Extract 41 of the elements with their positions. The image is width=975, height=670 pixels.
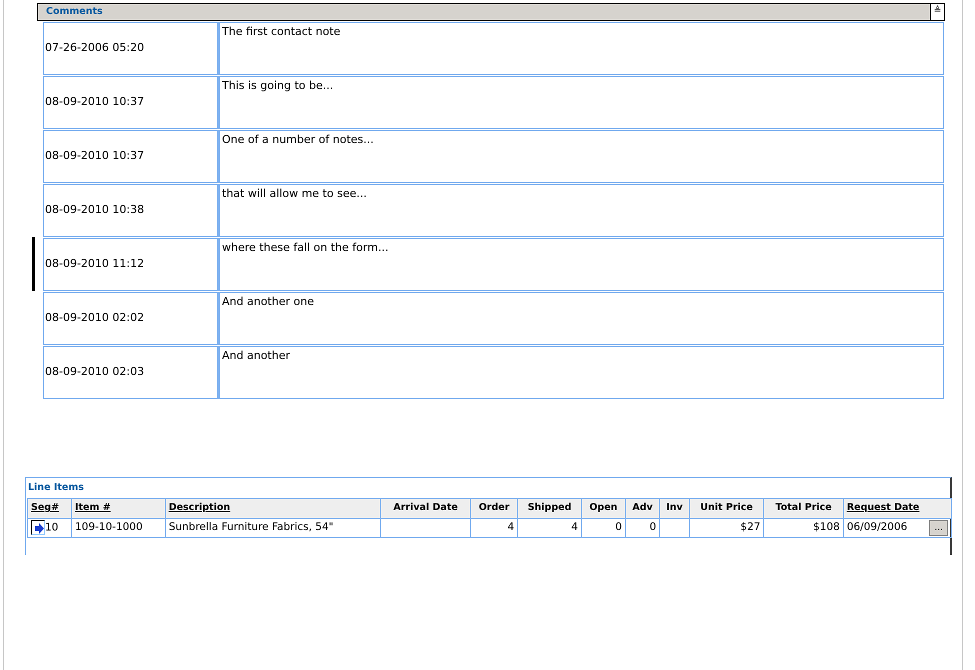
table-cell: 109-10-1000 [71,518,166,538]
date-cell: 07-26-2006 05:20 [43,22,218,75]
column-header[interactable]: Description [165,498,381,518]
date-picker-button[interactable]: ... [929,520,948,536]
date-cell: 08-09-2010 10:37 [43,76,218,129]
table-cell: 0 [581,518,626,538]
column-header: Adv [625,498,660,518]
column-header: Shipped [518,498,582,518]
column-header[interactable]: Item # [71,498,166,518]
note-cell: And another [218,346,944,399]
table-cell: Sunbrella Furniture Fabrics, 54" [165,518,381,538]
row-selector[interactable] [32,237,35,291]
column-header: Inv [660,498,690,518]
note-cell: where these fall on the form... [218,238,944,291]
note-cell: One of a number of notes... [218,130,944,183]
date-cell: 08-09-2010 10:37 [43,130,218,183]
note-cell: that will allow me to see... [218,184,944,237]
section-title: Comments [45,4,103,19]
table-cell: 06/09/2006 [846,520,908,533]
collapse-button[interactable]: ≜ [930,4,944,20]
note-cell: The first contact note [218,22,944,75]
note-cell: This is going to be... [218,76,944,129]
date-cell: 08-09-2010 02:03 [43,346,218,399]
date-cell: 08-09-2010 02:02 [43,292,218,345]
table-cell: $27 [689,518,764,538]
column-header: Total Price [764,498,844,518]
column-header[interactable]: Request Date [843,498,952,518]
column-header: Open [581,498,626,518]
section-title: Line Items [27,481,85,495]
column-header: Arrival Date [380,498,470,518]
table-cell: $108 [764,518,844,538]
table-cell: 10 [45,520,58,533]
table-cell: 0 [625,518,660,538]
column-header[interactable]: Seg# [28,498,72,518]
note-cell: And another one [218,292,944,345]
column-header: Order [470,498,518,518]
column-header: Unit Price [689,498,764,518]
table-cell: 4 [518,518,582,538]
table-cell: 4 [470,518,518,538]
date-cell: 08-09-2010 10:38 [43,184,218,237]
date-cell: 08-09-2010 11:12 [43,238,218,291]
